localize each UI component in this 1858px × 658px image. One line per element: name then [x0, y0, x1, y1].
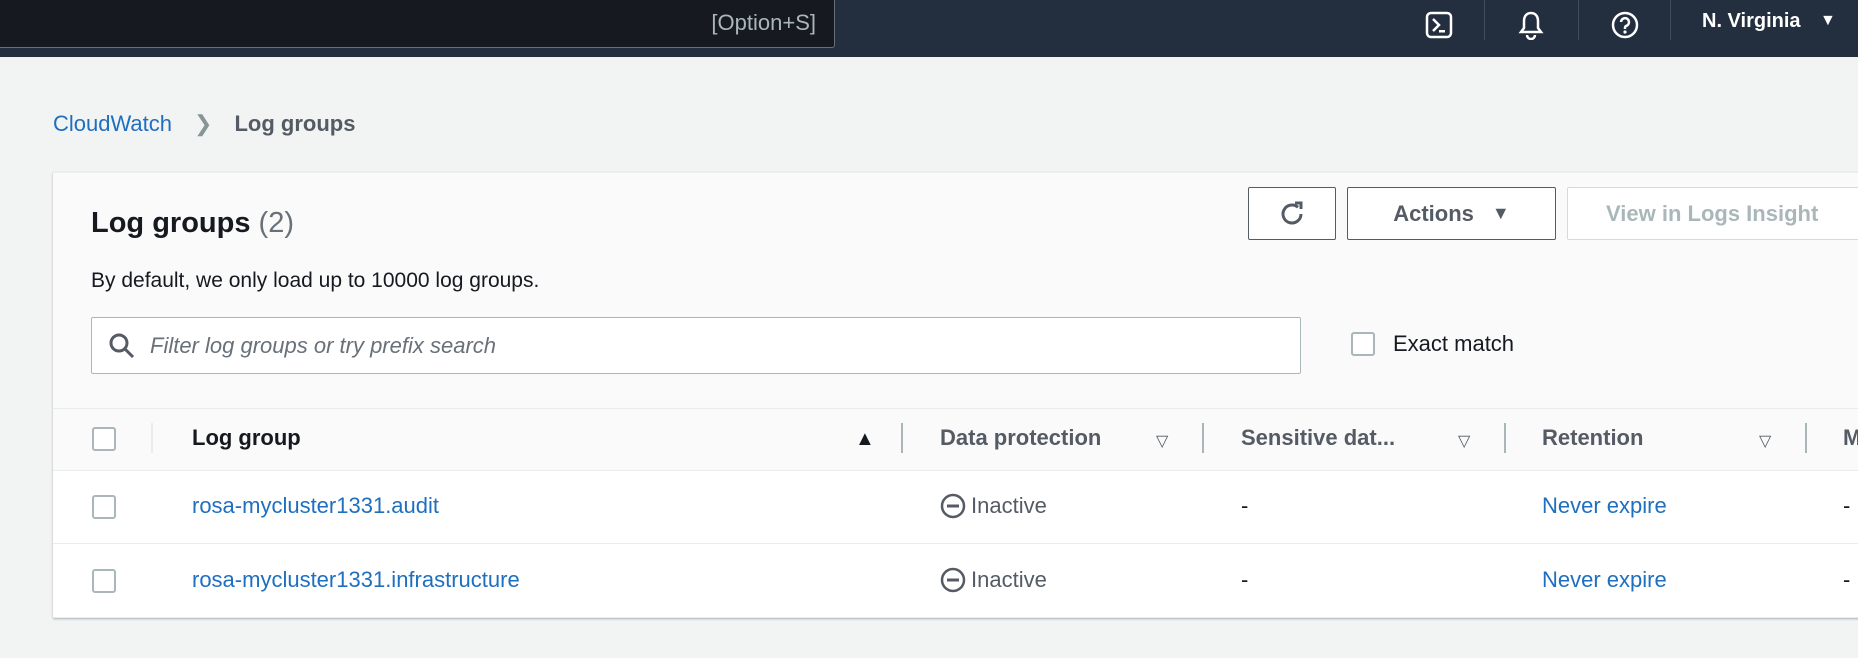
refresh-icon [1281, 201, 1303, 224]
top-navigation-bar: [Option+S] N. Virginia ▼ [0, 0, 1858, 57]
cloudshell-icon[interactable] [1422, 8, 1456, 42]
sort-icon[interactable]: ▽ [1458, 431, 1470, 451]
row-checkbox[interactable] [92, 495, 116, 519]
breadcrumb: CloudWatch ❯ Log groups [53, 111, 355, 137]
data-protection-status: Inactive [940, 567, 1047, 593]
column-retention[interactable]: Retention [1542, 425, 1643, 451]
retention-link[interactable]: Never expire [1542, 567, 1667, 593]
region-selector[interactable]: N. Virginia [1702, 10, 1801, 33]
divider [151, 423, 153, 453]
column-sensitive-data[interactable]: Sensitive dat... [1241, 425, 1395, 451]
log-group-link[interactable]: rosa-mycluster1331.infrastructure [192, 567, 520, 593]
status-text: Inactive [971, 493, 1047, 518]
sort-icon[interactable]: ▽ [1759, 431, 1771, 451]
column-resizer[interactable] [1805, 423, 1807, 453]
panel-header: Log groups (2) By default, we only load … [53, 173, 1858, 409]
sort-icon[interactable]: ▽ [1156, 431, 1168, 451]
view-insights-label: View in Logs Insight [1606, 200, 1819, 226]
table-header: Log group ▲ Data protection ▽ Sensitive … [53, 409, 1858, 471]
divider [1578, 0, 1579, 40]
retention-link[interactable]: Never expire [1542, 493, 1667, 519]
panel-description: By default, we only load up to 10000 log… [91, 269, 540, 292]
exact-match-checkbox[interactable] [1351, 332, 1375, 356]
breadcrumb-current: Log groups [234, 111, 356, 136]
search-shortcut-hint: [Option+S] [711, 10, 816, 35]
status-stopped-icon [940, 567, 966, 593]
status-stopped-icon [940, 493, 966, 519]
caret-down-icon: ▼ [1491, 203, 1510, 223]
sensitive-data-value: - [1241, 567, 1249, 592]
search-input[interactable] [150, 318, 1290, 373]
column-resizer[interactable] [901, 423, 903, 453]
filter-search[interactable] [91, 317, 1301, 374]
chevron-right-icon: ❯ [194, 111, 213, 136]
actions-label: Actions [1393, 200, 1474, 226]
row-checkbox[interactable] [92, 569, 116, 593]
column-resizer[interactable] [1202, 423, 1204, 453]
exact-match-label: Exact match [1393, 331, 1515, 356]
sensitive-data-value: - [1241, 493, 1249, 518]
column-log-group[interactable]: Log group [192, 425, 301, 451]
log-groups-panel: Log groups (2) By default, we only load … [53, 172, 1858, 618]
divider [1484, 0, 1485, 40]
search-icon [109, 333, 135, 359]
sort-ascending-icon[interactable]: ▲ [855, 428, 875, 451]
status-text: Inactive [971, 567, 1047, 592]
divider [1670, 0, 1671, 40]
column-resizer[interactable] [1504, 423, 1506, 453]
actions-button[interactable]: Actions ▼ [1347, 187, 1556, 240]
bell-icon[interactable] [1514, 8, 1548, 42]
m-value: - [1843, 567, 1851, 592]
title-text: Log groups [91, 207, 251, 239]
column-data-protection[interactable]: Data protection [940, 425, 1101, 451]
breadcrumb-cloudwatch[interactable]: CloudWatch [53, 111, 172, 137]
table-row: rosa-mycluster1331.infrastructure Inacti… [53, 545, 1858, 618]
global-search[interactable]: [Option+S] [0, 0, 835, 48]
caret-down-icon[interactable]: ▼ [1820, 12, 1836, 30]
page-title: Log groups (2) [91, 207, 294, 240]
log-group-count: (2) [258, 207, 294, 239]
log-group-link[interactable]: rosa-mycluster1331.audit [192, 493, 439, 519]
refresh-button[interactable] [1248, 187, 1336, 240]
m-value: - [1843, 493, 1851, 518]
data-protection-status: Inactive [940, 493, 1047, 519]
select-all-checkbox[interactable] [92, 427, 116, 451]
view-in-logs-insights-button[interactable]: View in Logs Insight [1567, 187, 1858, 240]
help-icon[interactable] [1608, 8, 1642, 42]
table-row: rosa-mycluster1331.audit Inactive - Neve… [53, 471, 1858, 544]
column-m[interactable]: M [1843, 425, 1858, 451]
